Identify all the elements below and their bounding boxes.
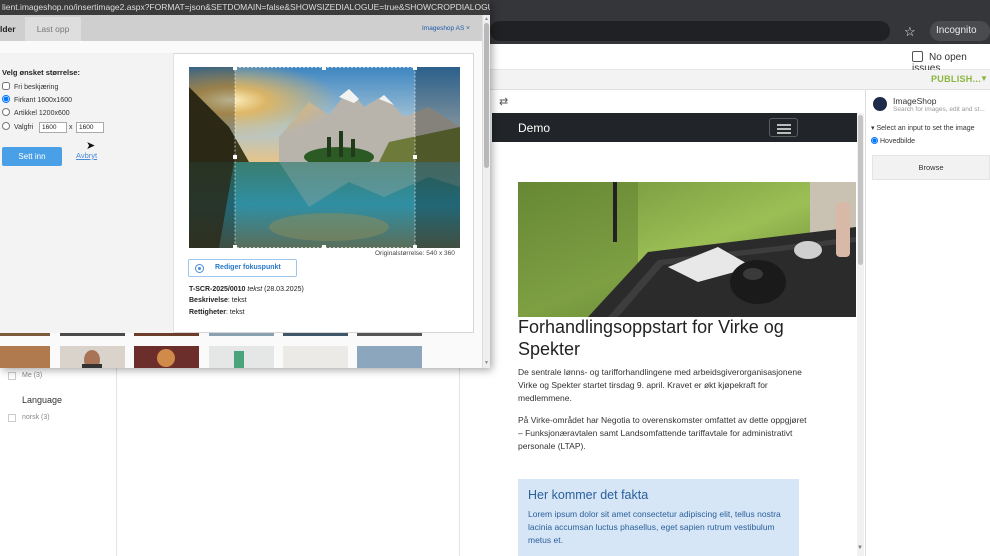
bookmark-star-icon[interactable]: ☆ xyxy=(904,24,916,40)
hamburger-menu-icon[interactable] xyxy=(769,118,798,137)
thumbnail[interactable] xyxy=(134,333,199,336)
hovedbilde-radio[interactable]: Hovedbilde xyxy=(871,137,915,145)
address-bar[interactable] xyxy=(490,21,890,41)
filter-me-label: Me (3) xyxy=(22,372,43,379)
filter-norsk-label: norsk (3) xyxy=(22,414,50,421)
imageshop-popup-window: lient.imageshop.no/insertimage2.aspx?FOR… xyxy=(0,0,490,368)
rights-value: : tekst xyxy=(225,309,245,316)
image-code-tag: tekst xyxy=(247,286,263,293)
size-title: Velg ønsket størrelse: xyxy=(2,68,80,77)
clipboard-check-icon xyxy=(912,51,923,62)
size-option-free[interactable]: Fri beskjæring xyxy=(2,82,58,91)
company-selector[interactable]: Imageshop AS ˅ xyxy=(422,25,470,32)
hovedbilde-label: Hovedbilde xyxy=(880,138,916,145)
select-input-label[interactable]: ▾ Select an input to set the image xyxy=(871,124,975,132)
thumbnail[interactable] xyxy=(283,333,348,336)
size-option-square[interactable]: Firkant 1600x1600 xyxy=(2,95,72,104)
description-line: Beskrivelse: tekst xyxy=(189,297,247,304)
image-code-line: T-SCR-2025/0010 tekst (28.03.2025) xyxy=(189,286,304,293)
description-key: Beskrivelse xyxy=(189,297,228,304)
rights-key: Rettigheter xyxy=(189,309,226,316)
focus-point-icon xyxy=(195,264,204,273)
option-label: Fri beskjæring xyxy=(14,84,59,91)
size-option-article[interactable]: Artikkel 1200x600 xyxy=(2,108,70,117)
scroll-up-icon[interactable]: ▲ xyxy=(484,16,489,22)
scroll-down-icon[interactable]: ▼ xyxy=(484,360,489,366)
popup-url-bar: lient.imageshop.no/insertimage2.aspx?FOR… xyxy=(0,0,490,15)
imageshop-logo-icon xyxy=(873,97,887,111)
edit-focus-label: Rediger fokuspunkt xyxy=(215,264,281,271)
size-option-custom[interactable]: Valgfri xyxy=(2,122,33,131)
custom-height-input[interactable] xyxy=(76,122,104,133)
article-radio[interactable] xyxy=(2,108,10,116)
fakta-body: Lorem ipsum dolor sit amet consectetur a… xyxy=(528,509,781,545)
thumbnail[interactable] xyxy=(209,346,274,368)
description-value: : tekst xyxy=(227,297,247,304)
option-label: Firkant 1600x1600 xyxy=(14,97,72,104)
times-sign: x xyxy=(69,124,73,131)
demo-brand[interactable]: Demo xyxy=(518,121,550,135)
cancel-link[interactable]: Avbryt xyxy=(76,151,97,160)
insert-button[interactable]: Sett inn xyxy=(2,147,62,166)
thumbnail[interactable] xyxy=(60,333,125,336)
rights-line: Rettigheter: tekst xyxy=(189,309,245,316)
thumbnail[interactable] xyxy=(357,346,422,368)
popup-scrollbar-thumb[interactable] xyxy=(484,23,489,168)
browse-button[interactable]: Browse xyxy=(872,155,990,180)
thumbnail[interactable] xyxy=(60,346,125,368)
article-title: Forhandlingsoppstart for Virke og Spekte… xyxy=(518,317,784,359)
thumbnail[interactable] xyxy=(134,346,199,368)
custom-width-input[interactable] xyxy=(39,122,67,133)
fakta-title: Her kommer det fakta xyxy=(528,488,649,502)
image-code: T-SCR-2025/0010 xyxy=(189,286,246,293)
tab-upload[interactable]: Last opp xyxy=(25,17,81,41)
preview-scrollbar-thumb[interactable] xyxy=(858,115,863,265)
imageshop-subtitle: Search for images, edit and st... xyxy=(893,106,985,113)
crop-image[interactable] xyxy=(189,67,460,248)
language-heading: Language xyxy=(22,395,63,405)
square-radio[interactable] xyxy=(2,95,10,103)
publish-bar xyxy=(490,70,990,90)
mouse-cursor-icon: ➤ xyxy=(86,140,96,152)
filter-checkbox[interactable] xyxy=(8,414,16,422)
imageshop-title: ImageShop xyxy=(893,96,937,106)
scroll-down-icon[interactable]: ▼ xyxy=(857,545,863,551)
article-hero-image xyxy=(518,182,856,317)
option-label: Valgfri xyxy=(14,124,34,131)
thumbnail[interactable] xyxy=(0,333,50,336)
filter-checkbox[interactable] xyxy=(8,372,16,380)
publish-button[interactable]: PUBLISH... xyxy=(931,74,981,84)
article-paragraph: På Virke-området har Negotia to overensk… xyxy=(518,415,807,451)
thumbnail[interactable] xyxy=(283,346,348,368)
hovedbilde-radio-input[interactable] xyxy=(871,137,878,144)
toggle-view-icon[interactable]: ⇄ xyxy=(499,95,508,108)
thumbnail[interactable] xyxy=(0,346,50,368)
option-label: Artikkel 1200x600 xyxy=(14,110,70,117)
original-size-label: Originalstørrelse: 540 x 360 xyxy=(375,250,455,257)
article-paragraph: De sentrale lønns- og tarifforhandlingen… xyxy=(518,367,802,403)
results-column xyxy=(117,368,460,556)
tab-images[interactable]: lder xyxy=(0,17,24,41)
publish-dropdown-icon[interactable]: ▼ xyxy=(980,74,988,83)
free-crop-checkbox[interactable] xyxy=(2,82,10,90)
thumbnail[interactable] xyxy=(209,333,274,336)
incognito-badge[interactable]: Incognito (2) xyxy=(930,21,990,56)
fakta-box: Her kommer det fakta Lorem ipsum dolor s… xyxy=(518,479,799,556)
custom-radio[interactable] xyxy=(2,122,10,130)
image-date: (28.03.2025) xyxy=(264,286,304,293)
thumbnail[interactable] xyxy=(357,333,422,336)
